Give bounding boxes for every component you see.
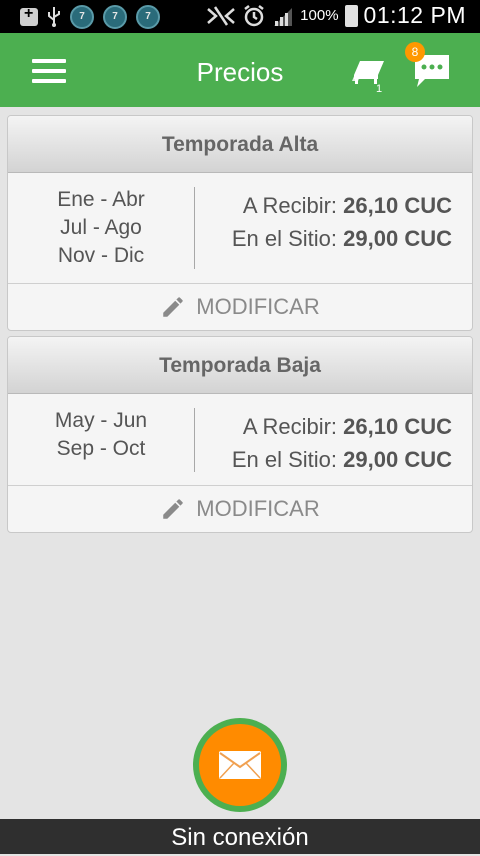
receive-label: A Recibir:: [242, 193, 338, 218]
season-details: Ene - Abr Jul - Ago Nov - Dic A Recibir:…: [8, 173, 472, 284]
battery-icon: [344, 4, 358, 27]
pencil-icon: [163, 499, 184, 519]
site-price-row: En el Sitio: 29,00 CUC: [232, 222, 452, 255]
season-months: Ene - Abr Jul - Ago Nov - Dic: [8, 186, 194, 270]
battery-percent: 100%: [300, 7, 339, 24]
messages-badge: 8: [405, 42, 425, 62]
season-card-alta: Temporada Alta Ene - Abr Jul - Ago Nov -…: [7, 115, 473, 331]
season-card-baja: Temporada Baja May - Jun Sep - Oct A Rec…: [7, 336, 473, 533]
fab-inner: [199, 724, 281, 806]
notification-plus-icon: [20, 5, 38, 26]
usb-icon: [48, 7, 60, 27]
season-prices: A Recibir: 26,10 CUC En el Sitio: 29,00 …: [232, 189, 452, 255]
status-bar: 7 7 7 100% 01:12 PM: [0, 0, 480, 33]
divider: [194, 408, 195, 472]
site-value: 29,00 CUC: [343, 447, 452, 472]
divider: [194, 187, 195, 269]
site-value: 29,00 CUC: [343, 226, 452, 251]
receive-value: 26,10 CUC: [343, 414, 452, 439]
receive-label: A Recibir:: [242, 414, 338, 439]
site-price-row: En el Sitio: 29,00 CUC: [232, 443, 452, 476]
pencil-icon: [163, 297, 184, 317]
month-range: Sep - Oct: [56, 437, 146, 460]
envelope-icon: [219, 751, 261, 779]
alarm-icon: [244, 4, 264, 26]
app-notification-icon: 7: [136, 5, 160, 29]
modify-label: MODIFICAR: [196, 294, 320, 319]
site-label: En el Sitio:: [231, 447, 338, 472]
receive-value: 26,10 CUC: [343, 193, 452, 218]
season-details: May - Jun Sep - Oct A Recibir: 26,10 CUC…: [8, 394, 472, 486]
month-range: May - Jun: [54, 409, 148, 432]
season-title: Temporada Alta: [8, 116, 472, 173]
modify-button[interactable]: MODIFICAR: [8, 284, 472, 330]
season-title: Temporada Baja: [8, 337, 472, 394]
signal-blocked-icon: [207, 5, 235, 26]
page-title: Precios: [196, 57, 284, 87]
app-bar: Precios 1 8: [0, 33, 480, 107]
connection-status-bar: Sin conexión: [0, 819, 480, 854]
month-range: Ene - Abr: [57, 188, 145, 211]
site-label: En el Sitio:: [231, 226, 338, 251]
rooms-count: 1: [376, 83, 383, 95]
signal-bars-icon: [274, 7, 293, 26]
app-notification-icon: 7: [103, 5, 127, 29]
season-months: May - Jun Sep - Oct: [8, 407, 194, 463]
modify-button[interactable]: MODIFICAR: [8, 486, 472, 532]
send-message-fab[interactable]: [193, 718, 287, 812]
receive-price-row: A Recibir: 26,10 CUC: [232, 189, 452, 222]
modify-label: MODIFICAR: [196, 496, 320, 521]
clock: 01:12 PM: [363, 2, 466, 28]
receive-price-row: A Recibir: 26,10 CUC: [232, 410, 452, 443]
month-range: Jul - Ago: [60, 216, 142, 239]
month-range: Nov - Dic: [57, 244, 145, 267]
app-notification-icon: 7: [70, 5, 94, 29]
season-prices: A Recibir: 26,10 CUC En el Sitio: 29,00 …: [232, 410, 452, 476]
